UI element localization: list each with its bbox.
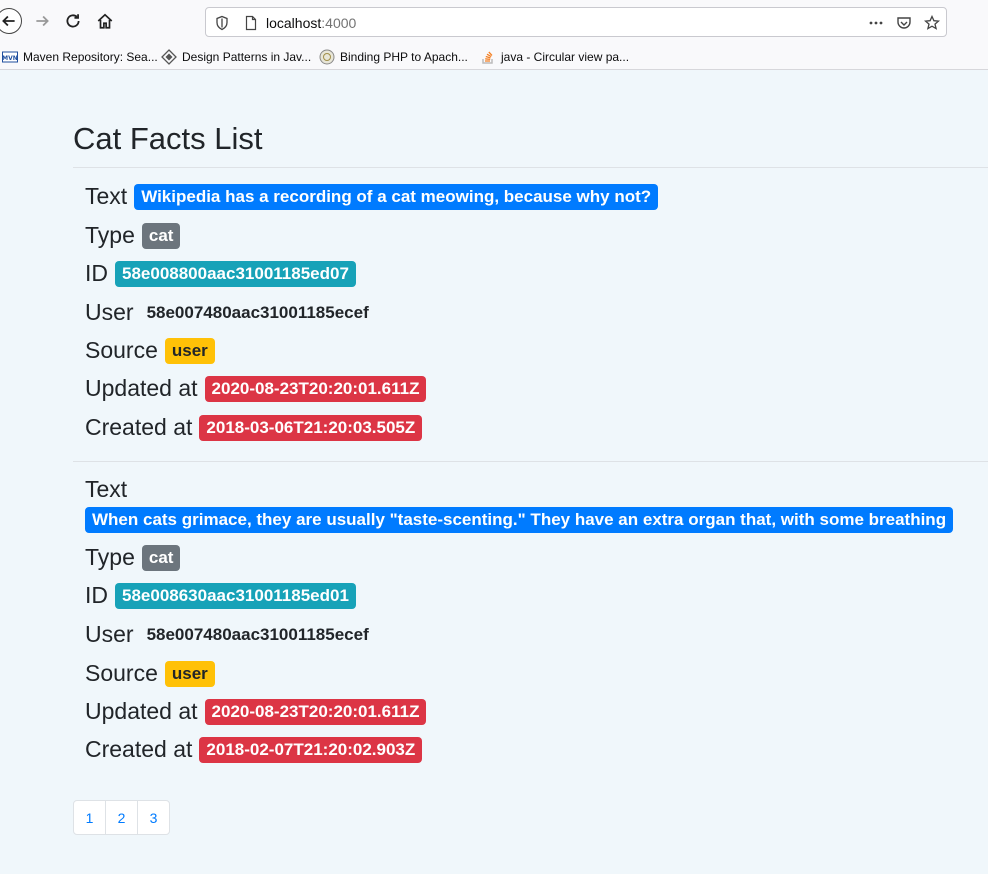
address-bar[interactable]: localhost:4000 [205, 7, 947, 37]
fact-2-source-row: Source user [85, 660, 215, 687]
user-badge: 58e007480aac31001185ecef [146, 624, 369, 644]
pagination: 1 2 3 [73, 800, 170, 835]
fact-2-user-row: User 58e007480aac31001185ecef [85, 621, 376, 648]
fact-2-id-row: ID 58e008630aac31001185ed01 [85, 582, 356, 609]
id-badge: 58e008630aac31001185ed01 [115, 582, 356, 609]
page-icon[interactable] [243, 15, 259, 31]
user-label: User [85, 299, 134, 325]
bookmark-java-circular[interactable]: java - Circular view pa... [480, 49, 629, 65]
fact-2-type-row: Type cat [85, 544, 181, 571]
title-divider [73, 167, 988, 168]
bookmark-label: Binding PHP to Apach... [340, 50, 468, 64]
fact-divider [73, 461, 988, 462]
diamond-icon [161, 49, 177, 65]
url-host: localhost [266, 15, 322, 31]
fact-2-updated-row: Updated at 2020-08-23T20:20:01.611Z [85, 698, 427, 725]
source-label: Source [85, 660, 158, 686]
created-badge: 2018-02-07T21:20:02.903Z [199, 736, 423, 763]
url-port: :4000 [321, 15, 357, 31]
star-icon[interactable] [924, 15, 940, 31]
text-badge: When cats grimace, they are usually "tas… [85, 507, 954, 533]
type-label: Type [85, 544, 135, 570]
type-badge: cat [141, 222, 181, 249]
type-label: Type [85, 222, 135, 248]
page-link-1[interactable]: 1 [73, 800, 106, 835]
more-icon[interactable] [868, 15, 884, 31]
arrow-left-icon [2, 15, 15, 27]
updated-label: Updated at [85, 375, 198, 401]
page-title: Cat Facts List [73, 121, 263, 156]
reload-button[interactable] [61, 9, 85, 33]
maven-icon: MVN [2, 49, 18, 65]
stackoverflow-icon [480, 49, 496, 65]
fact-1-updated-row: Updated at 2020-08-23T20:20:01.611Z [85, 375, 427, 402]
fact-1-type-row: Type cat [85, 222, 181, 249]
created-badge: 2018-03-06T21:20:03.505Z [199, 414, 423, 441]
fact-1-created-row: Created at 2018-03-06T21:20:03.505Z [85, 414, 423, 441]
created-label: Created at [85, 736, 193, 762]
php-icon [319, 49, 335, 65]
page-link-2[interactable]: 2 [105, 800, 138, 835]
updated-badge: 2020-08-23T20:20:01.611Z [204, 698, 427, 725]
reload-icon [66, 14, 80, 28]
page-link-3[interactable]: 3 [137, 800, 170, 835]
browser-toolbar: localhost:4000 [0, 0, 988, 44]
text-badge: Wikipedia has a recording of a cat meowi… [134, 183, 659, 210]
source-badge: user [164, 337, 215, 364]
type-badge: cat [141, 544, 181, 571]
home-button[interactable] [93, 9, 117, 33]
fact-1-id-row: ID 58e008800aac31001185ed07 [85, 260, 356, 287]
bookmarks-bar: MVN Maven Repository: Sea... Design Patt… [0, 44, 988, 70]
home-icon [97, 13, 113, 29]
bookmark-label: java - Circular view pa... [501, 50, 630, 64]
fact-1-text-row: Text Wikipedia has a recording of a cat … [85, 183, 659, 210]
back-button[interactable] [0, 8, 22, 34]
url-text: localhost:4000 [266, 15, 356, 31]
bookmark-label: Design Patterns in Jav... [182, 50, 312, 64]
bookmark-design-patterns[interactable]: Design Patterns in Jav... [161, 49, 311, 65]
fact-2-text-row: Text [85, 476, 134, 503]
text-label: Text [85, 476, 128, 502]
id-label: ID [85, 582, 108, 608]
arrow-right-icon [36, 15, 49, 27]
fact-2-created-row: Created at 2018-02-07T21:20:02.903Z [85, 736, 423, 763]
created-label: Created at [85, 414, 193, 440]
id-label: ID [85, 260, 108, 286]
source-badge: user [164, 660, 215, 687]
bookmark-php-apache[interactable]: Binding PHP to Apach... [319, 49, 468, 65]
id-badge: 58e008800aac31001185ed07 [115, 260, 356, 287]
updated-badge: 2020-08-23T20:20:01.611Z [204, 375, 427, 402]
shield-icon[interactable] [214, 15, 230, 31]
fact-1-source-row: Source user [85, 337, 215, 364]
forward-button[interactable] [30, 9, 54, 33]
user-label: User [85, 621, 134, 647]
bookmark-label: Maven Repository: Sea... [23, 50, 158, 64]
fact-1-user-row: User 58e007480aac31001185ecef [85, 299, 376, 326]
bookmark-maven[interactable]: MVN Maven Repository: Sea... [2, 49, 158, 65]
user-badge: 58e007480aac31001185ecef [146, 302, 369, 322]
pocket-icon[interactable] [896, 15, 912, 31]
text-label: Text [85, 183, 128, 209]
source-label: Source [85, 337, 158, 363]
fact-2-text-wrapper: When cats grimace, they are usually "tas… [85, 507, 988, 533]
updated-label: Updated at [85, 698, 198, 724]
svg-text:MVN: MVN [2, 55, 18, 62]
